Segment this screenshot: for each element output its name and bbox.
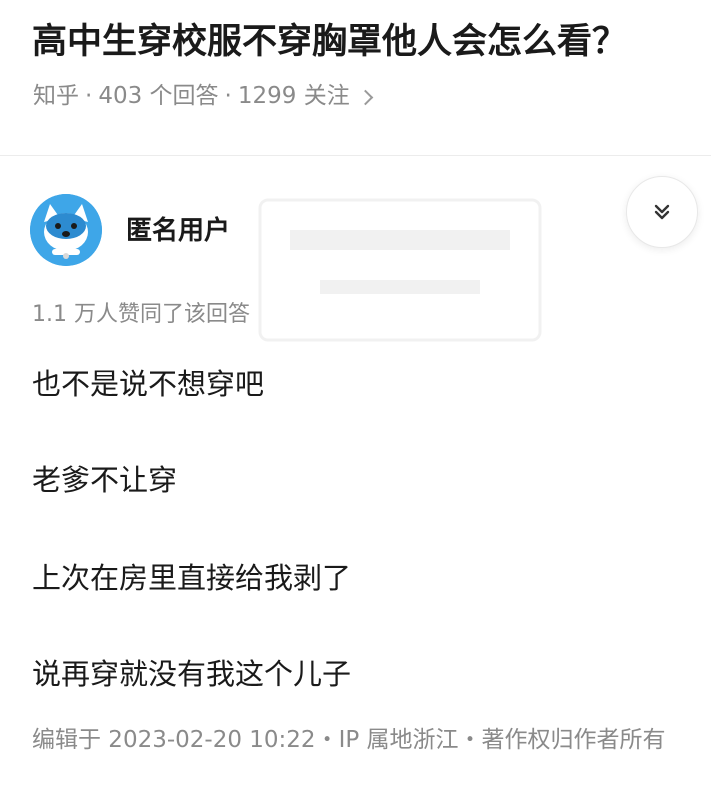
answer-text-line: 上次在房里直接给我剥了: [32, 561, 352, 595]
meta-separator: ·: [85, 83, 93, 109]
meta-separator: ·: [224, 83, 232, 109]
question-header: 高中生穿校服不穿胸罩他人会怎么看？ 知乎 · 403 个回答 · 1299 关注: [0, 0, 711, 156]
collapse-button[interactable]: [626, 176, 698, 248]
question-meta[interactable]: 知乎 · 403 个回答 · 1299 关注: [33, 80, 373, 112]
background-watermark: [258, 198, 542, 342]
chevrons-down-icon: [654, 204, 670, 220]
followers-count: 1299 关注: [237, 83, 350, 109]
author-name[interactable]: 匿名用户: [126, 213, 230, 249]
answer-text-line: 老爹不让穿: [32, 463, 178, 497]
answers-count: 403 个回答: [98, 83, 219, 109]
answer-text-line: 说再穿就没有我这个儿子: [32, 657, 352, 691]
question-title[interactable]: 高中生穿校服不穿胸罩他人会怎么看？: [32, 18, 627, 66]
anonymous-avatar-icon: [30, 194, 102, 266]
edit-info: 编辑于 2023-02-20 10:22・IP 属地浙江・著作权归作者所有: [32, 727, 666, 753]
source-label: 知乎: [33, 83, 79, 109]
vote-count: 1.1 万人赞同了该回答: [32, 302, 250, 327]
header-divider: [0, 155, 711, 156]
chevron-right-icon: [357, 89, 373, 105]
answer-text-line: 也不是说不想穿吧: [32, 367, 265, 401]
avatar[interactable]: [30, 194, 102, 266]
